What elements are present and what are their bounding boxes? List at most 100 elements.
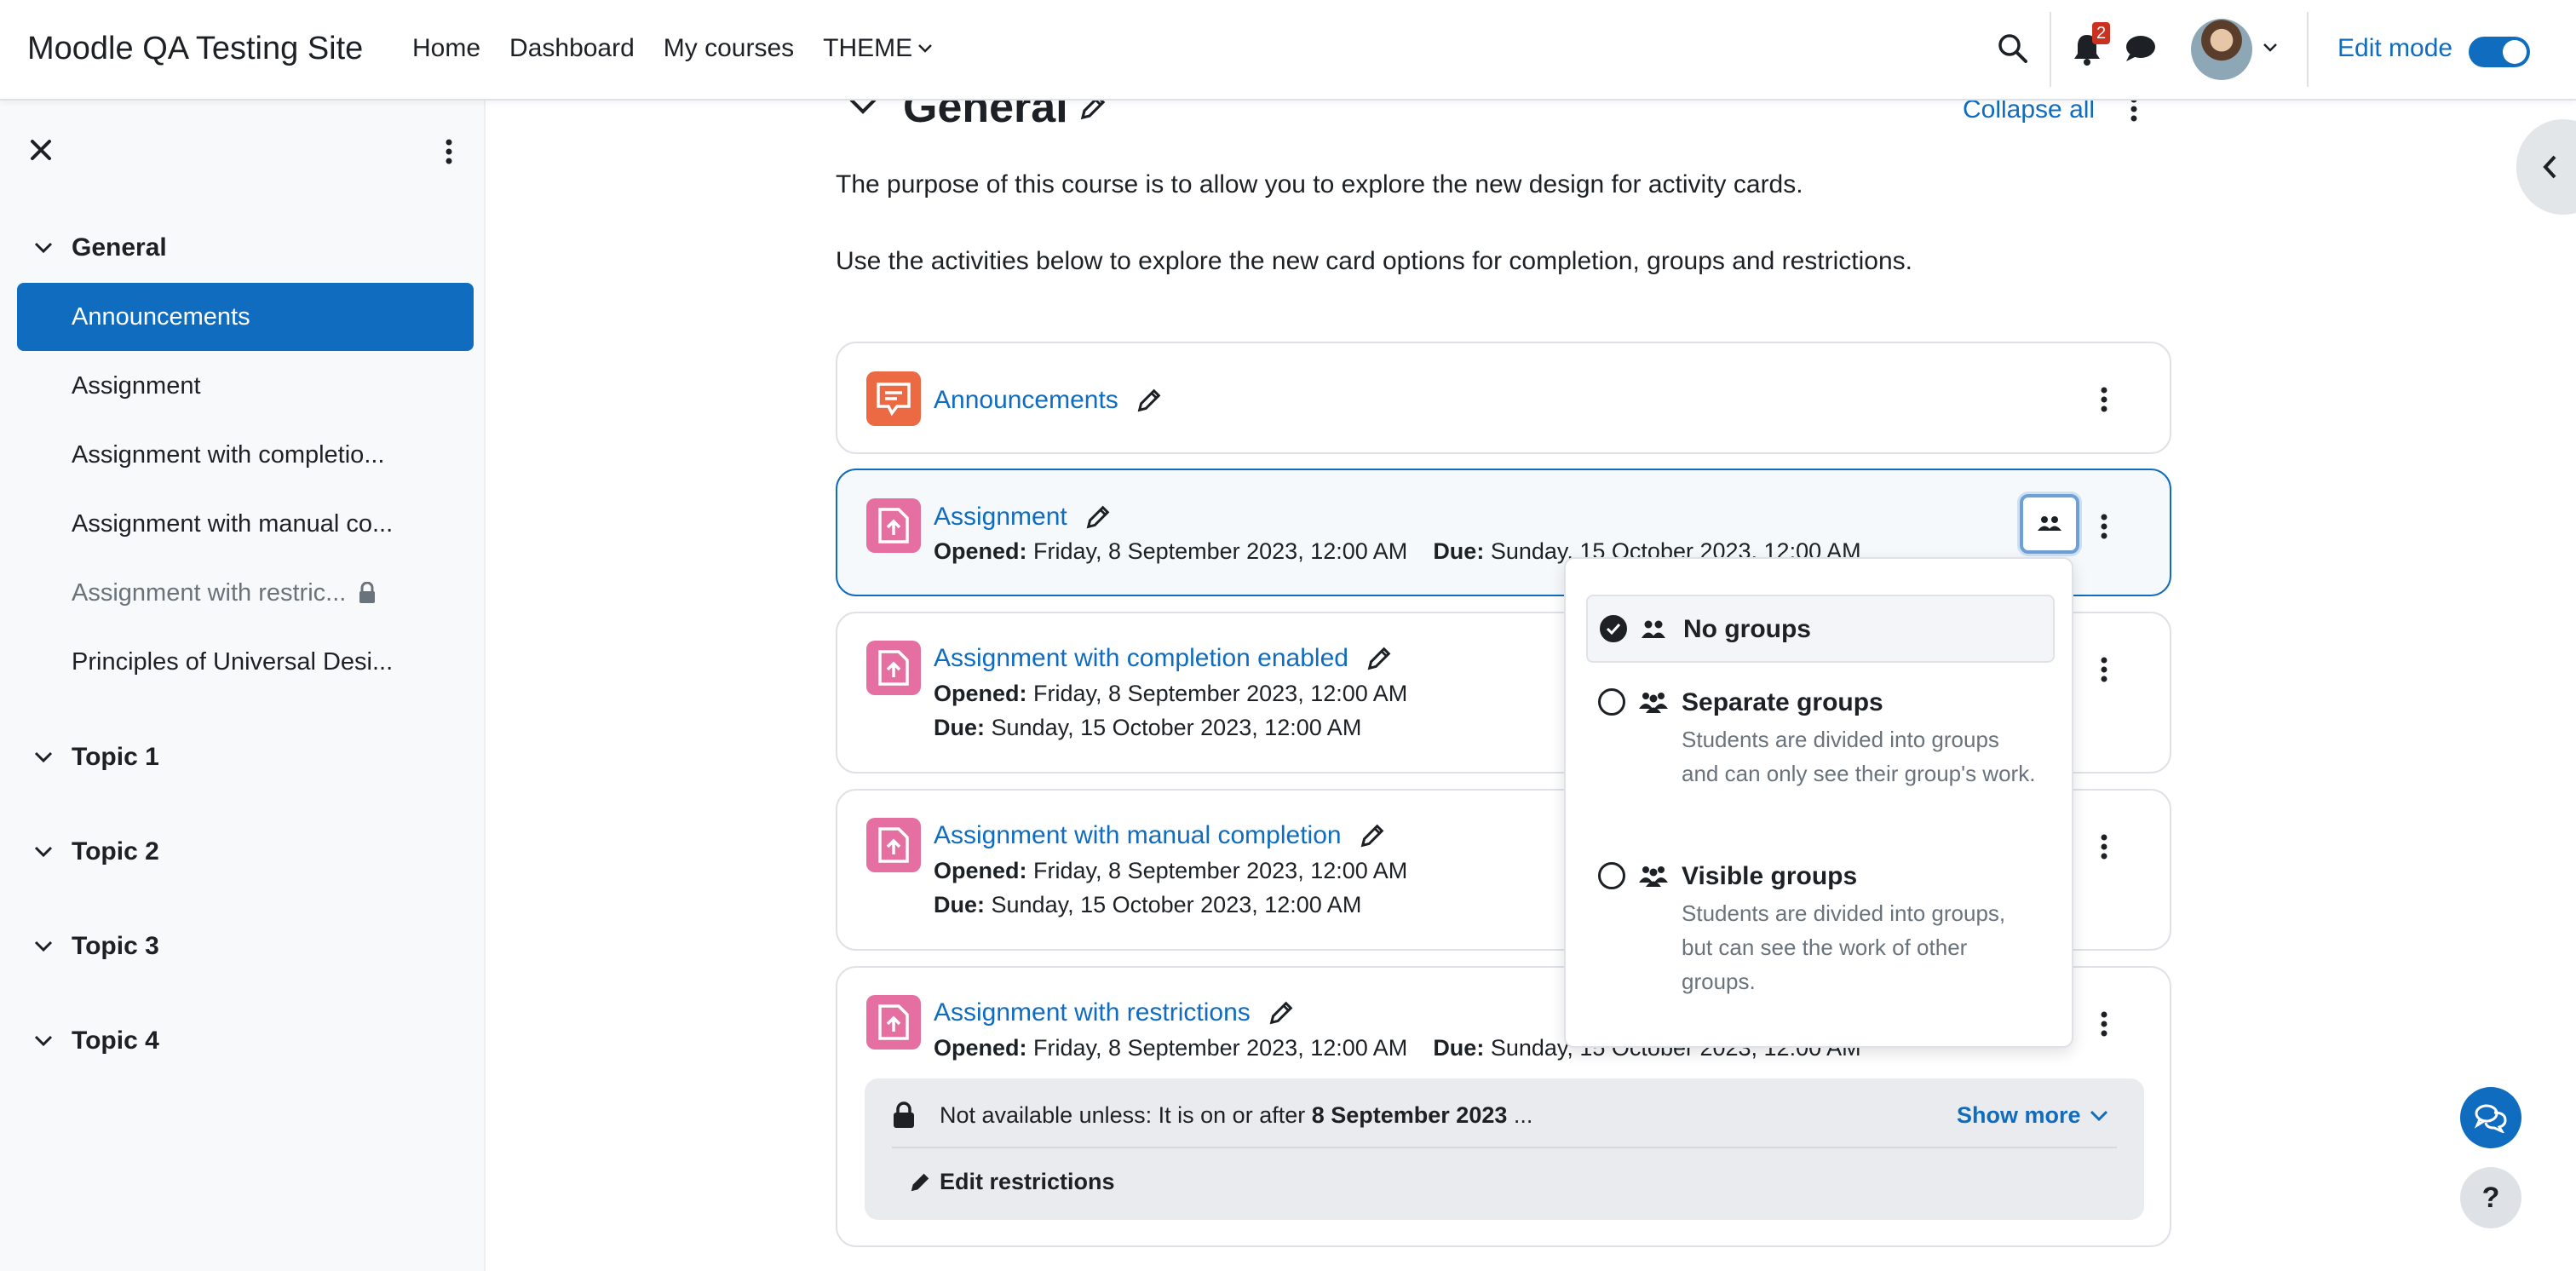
pencil-icon[interactable]: [1268, 999, 1295, 1027]
assignment-icon: [866, 498, 921, 553]
nav-theme-menu[interactable]: THEME: [823, 34, 933, 63]
group-option-name: Separate groups: [1682, 688, 1883, 716]
opened-date: Friday, 8 September 2023, 12:00 AM: [1033, 681, 1408, 706]
group-option-separate-groups[interactable]: Separate groups Students are divided int…: [1586, 678, 2055, 831]
nav-dashboard[interactable]: Dashboard: [509, 34, 635, 63]
activity-card-announcements: Announcements: [836, 342, 2171, 454]
activity-options-button[interactable]: [2100, 1010, 2108, 1038]
drawer-section-label: Topic 1: [72, 743, 159, 771]
activity-name: Assignment with restrictions: [934, 998, 1251, 1027]
chevron-down-icon: [34, 751, 53, 763]
drawer-section-topic-1[interactable]: Topic 1: [34, 743, 159, 772]
activity-options-button[interactable]: [2100, 386, 2108, 413]
activity-name-link[interactable]: Announcements: [934, 386, 1163, 415]
primary-navigation: Home Dashboard My courses THEME: [412, 34, 962, 63]
restriction-divider: [892, 1147, 2117, 1148]
pencil-icon[interactable]: [1359, 822, 1386, 849]
chevron-down-icon: [2090, 1110, 2107, 1121]
due-label: Due:: [934, 892, 985, 917]
close-drawer-button[interactable]: [29, 138, 53, 162]
drawer-item-label: Assignment: [72, 371, 201, 400]
activity-name-link[interactable]: Assignment with manual completion: [934, 821, 1386, 850]
close-icon: [31, 140, 51, 160]
help-button[interactable]: ?: [2460, 1167, 2521, 1228]
search-button[interactable]: [1997, 32, 2029, 65]
nav-my-courses[interactable]: My courses: [664, 34, 794, 63]
chevron-down-icon: [34, 1035, 53, 1047]
group-option-visible-groups[interactable]: Visible groups Students are divided into…: [1586, 852, 2055, 1005]
restriction-text: Not available unless: It is on or after …: [940, 1102, 1532, 1129]
chevron-down-icon: [34, 846, 53, 858]
drawer-section-label: Topic 2: [72, 837, 159, 866]
drawer-item-assignment[interactable]: Assignment: [17, 352, 474, 420]
restriction-prefix: Not available unless: It is on or after: [940, 1102, 1312, 1128]
opened-date: Friday, 8 September 2023, 12:00 AM: [1033, 858, 1408, 883]
drawer-section-topic-4[interactable]: Topic 4: [34, 1027, 159, 1055]
groups-icon: [1639, 693, 1668, 713]
drawer-item-announcements[interactable]: Announcements: [17, 283, 474, 351]
activity-name: Assignment with manual completion: [934, 821, 1342, 849]
activity-name-link[interactable]: Assignment: [934, 503, 1112, 532]
activity-due: Due: Sunday, 15 October 2023, 12:00 AM: [934, 892, 1361, 918]
activity-name: Assignment with completion enabled: [934, 644, 1348, 672]
activity-opened: Opened: Friday, 8 September 2023, 12:00 …: [934, 858, 1407, 884]
group-option-name: Visible groups: [1682, 862, 1858, 890]
group-option-no-groups[interactable]: No groups: [1586, 595, 2055, 663]
drawer-item-assignment-restricted[interactable]: Assignment with restric...: [17, 559, 474, 627]
drawer-section-general[interactable]: General: [34, 233, 167, 262]
assignment-icon: [866, 995, 921, 1050]
messages-button[interactable]: [2125, 34, 2157, 63]
chat-bubbles-icon: [2474, 1104, 2507, 1133]
drawer-item-assignment-manual[interactable]: Assignment with manual co...: [17, 490, 474, 558]
pencil-icon[interactable]: [1084, 503, 1112, 531]
activity-name-link[interactable]: Assignment with restrictions: [934, 998, 1295, 1027]
activity-name: Assignment: [934, 503, 1067, 531]
due-label: Due:: [934, 715, 985, 740]
lock-icon: [359, 582, 376, 603]
group-option-description: Students are divided into groups, but ca…: [1682, 900, 2006, 994]
site-name[interactable]: Moodle QA Testing Site: [27, 31, 363, 67]
activity-name-link[interactable]: Assignment with completion enabled: [934, 644, 1393, 673]
help-label: ?: [2481, 1181, 2500, 1214]
chevron-down-icon: [34, 940, 53, 952]
kebab-icon: [2101, 514, 2107, 539]
drawer-section-label: General: [72, 233, 167, 262]
search-icon: [1998, 34, 2027, 63]
group-mode-button[interactable]: [2020, 494, 2079, 554]
drawer-section-topic-2[interactable]: Topic 2: [34, 837, 159, 866]
section-summary-line: Use the activities below to explore the …: [836, 247, 1912, 275]
nav-home[interactable]: Home: [412, 34, 480, 63]
open-block-drawer-button[interactable]: [2516, 119, 2576, 215]
activity-options-button[interactable]: [2100, 833, 2108, 860]
edit-restrictions-link[interactable]: Edit restrictions: [909, 1169, 1115, 1195]
nav-theme-label: THEME: [823, 34, 913, 62]
restriction-suffix: ...: [1507, 1102, 1533, 1128]
activity-opened: Opened: Friday, 8 September 2023, 12:00 …: [934, 681, 1407, 707]
notification-count-badge: 2: [2092, 22, 2111, 44]
opened-label: Opened:: [934, 858, 1027, 883]
drawer-section-topic-3[interactable]: Topic 3: [34, 932, 159, 961]
navbar-divider: [2307, 12, 2309, 87]
drawer-item-principles[interactable]: Principles of Universal Desi...: [17, 628, 474, 696]
activity-options-button[interactable]: [2100, 513, 2108, 540]
drawer-item-assignment-completion[interactable]: Assignment with completio...: [17, 421, 474, 489]
due-date: Sunday, 15 October 2023, 12:00 AM: [991, 892, 1362, 917]
groups-icon: [1642, 620, 1665, 638]
pencil-icon[interactable]: [1136, 387, 1163, 414]
pencil-icon[interactable]: [1366, 645, 1393, 672]
drawer-section-label: Topic 4: [72, 1027, 159, 1055]
user-menu-toggle[interactable]: [2263, 43, 2278, 53]
show-more-button[interactable]: Show more: [1957, 1102, 2108, 1129]
activity-options-button[interactable]: [2100, 656, 2108, 683]
drawer-options-button[interactable]: [445, 138, 453, 165]
groups-icon: [1639, 866, 1668, 887]
edit-mode-toggle[interactable]: [2469, 37, 2530, 67]
user-avatar[interactable]: [2191, 19, 2252, 80]
groups-icon: [2038, 516, 2061, 531]
assignment-icon: [866, 818, 921, 872]
chat-bubble-icon: [2126, 36, 2155, 61]
messaging-drawer-button[interactable]: [2460, 1087, 2521, 1148]
forum-icon: [866, 371, 921, 426]
pencil-icon: [911, 1173, 929, 1191]
drawer-section-label: Topic 3: [72, 932, 159, 960]
